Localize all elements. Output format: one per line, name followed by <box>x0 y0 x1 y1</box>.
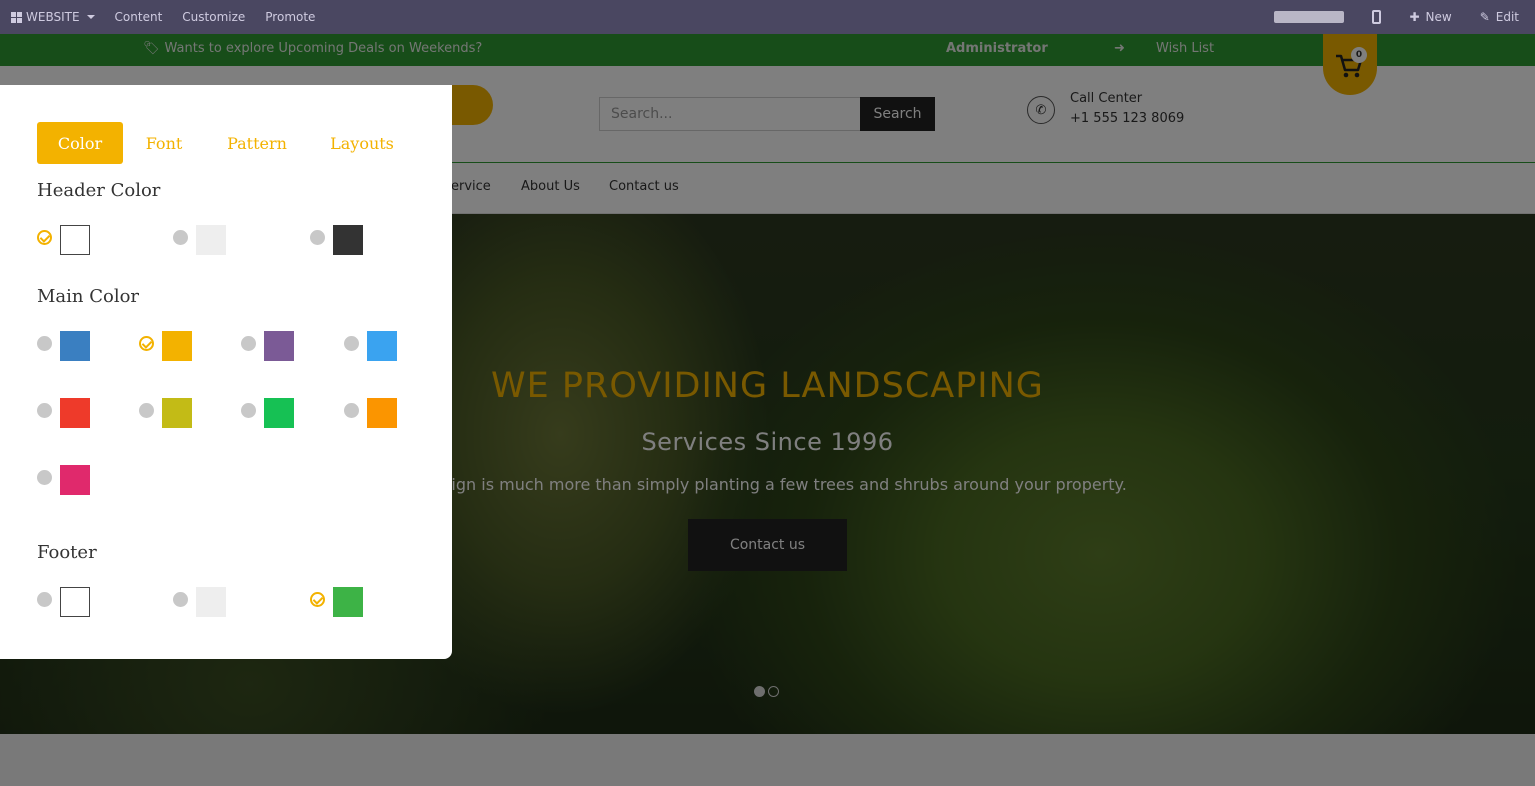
footer-color-option[interactable] <box>310 587 363 617</box>
radio-checked-icon[interactable] <box>310 592 325 607</box>
header-color-swatch[interactable] <box>60 225 90 255</box>
main-color-option[interactable] <box>37 331 90 361</box>
edit-button[interactable]: ✎ Edit <box>1480 10 1519 24</box>
website-menu-label: WEBSITE <box>26 10 80 24</box>
radio-icon[interactable] <box>37 336 52 351</box>
footer-color-swatch[interactable] <box>333 587 363 617</box>
header-color-option[interactable] <box>173 225 226 255</box>
apps-grid-icon <box>11 11 22 23</box>
plus-icon: ✚ <box>1409 10 1420 24</box>
website-menu[interactable]: WEBSITE <box>11 10 95 24</box>
new-button-label: New <box>1425 10 1452 24</box>
radio-icon[interactable] <box>173 592 188 607</box>
main-color-option[interactable] <box>241 398 294 428</box>
radio-icon[interactable] <box>241 403 256 418</box>
header-color-swatch[interactable] <box>196 225 226 255</box>
main-color-option[interactable] <box>139 398 192 428</box>
tab-layouts[interactable]: Layouts <box>309 122 415 164</box>
main-color-swatch[interactable] <box>60 398 90 428</box>
menu-promote[interactable]: Promote <box>265 10 315 24</box>
footer-color-option[interactable] <box>37 587 90 617</box>
tab-font[interactable]: Font <box>123 122 205 164</box>
main-color-option[interactable] <box>139 331 192 361</box>
main-color-swatch[interactable] <box>264 331 294 361</box>
radio-icon[interactable] <box>139 403 154 418</box>
main-color-swatch[interactable] <box>60 465 90 495</box>
edit-button-label: Edit <box>1495 10 1519 24</box>
pencil-icon: ✎ <box>1479 10 1490 24</box>
footer-color-swatch[interactable] <box>196 587 226 617</box>
main-color-swatch[interactable] <box>367 331 397 361</box>
footer-color-swatch[interactable] <box>60 587 90 617</box>
radio-icon[interactable] <box>173 230 188 245</box>
admin-topbar: WEBSITE Content Customize Promote ✚ New … <box>0 0 1535 34</box>
radio-icon[interactable] <box>344 403 359 418</box>
radio-icon[interactable] <box>344 336 359 351</box>
main-color-option[interactable] <box>37 398 90 428</box>
mobile-preview-icon[interactable] <box>1372 10 1382 24</box>
tab-pattern[interactable]: Pattern <box>205 122 309 164</box>
radio-icon[interactable] <box>37 592 52 607</box>
main-color-title: Main Color <box>37 286 140 307</box>
main-color-swatch[interactable] <box>264 398 294 428</box>
footer-color-option[interactable] <box>173 587 226 617</box>
main-color-option[interactable] <box>241 331 294 361</box>
customizer-tabs: Color Font Pattern Layouts <box>37 122 415 164</box>
footer-color-title: Footer <box>37 542 97 563</box>
radio-icon[interactable] <box>37 403 52 418</box>
header-color-swatch[interactable] <box>333 225 363 255</box>
main-color-swatch[interactable] <box>367 398 397 428</box>
publish-toggle[interactable] <box>1274 11 1345 23</box>
main-color-option[interactable] <box>344 398 397 428</box>
main-color-option[interactable] <box>344 331 397 361</box>
main-color-swatch[interactable] <box>162 398 192 428</box>
radio-icon[interactable] <box>37 470 52 485</box>
main-color-swatch[interactable] <box>60 331 90 361</box>
radio-icon[interactable] <box>310 230 325 245</box>
main-color-swatch[interactable] <box>162 331 192 361</box>
theme-customizer-panel: Color Font Pattern Layouts Header Color … <box>0 85 452 659</box>
new-button[interactable]: ✚ New <box>1409 10 1451 24</box>
header-color-option[interactable] <box>37 225 90 255</box>
menu-content[interactable]: Content <box>115 10 163 24</box>
radio-checked-icon[interactable] <box>139 336 154 351</box>
header-color-title: Header Color <box>37 180 161 201</box>
tab-color[interactable]: Color <box>37 122 123 164</box>
radio-checked-icon[interactable] <box>37 230 52 245</box>
header-color-option[interactable] <box>310 225 363 255</box>
radio-icon[interactable] <box>241 336 256 351</box>
menu-customize[interactable]: Customize <box>182 10 245 24</box>
main-color-option[interactable] <box>37 465 90 495</box>
chevron-down-icon <box>86 15 95 19</box>
